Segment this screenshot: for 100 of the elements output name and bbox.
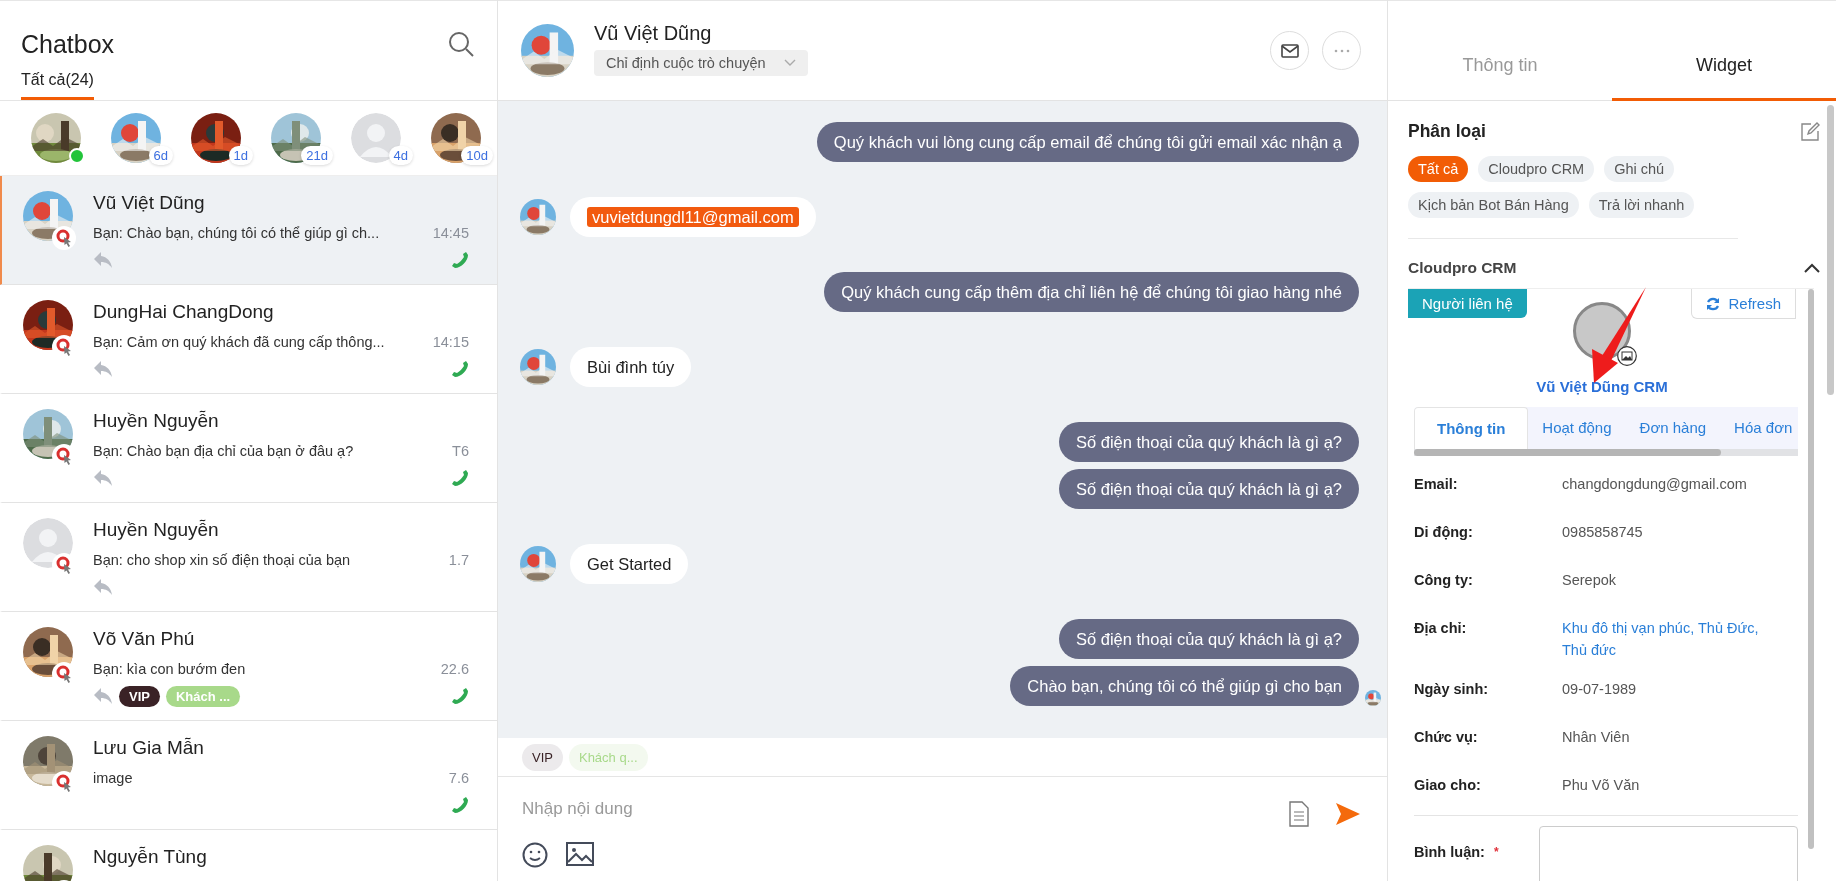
conversation-item[interactable]: Lưu Gia Mẫn image 7.6 xyxy=(0,721,497,830)
scrollbar[interactable] xyxy=(1808,289,1814,849)
message-bubble: Get Started xyxy=(570,544,689,584)
message-bubble: vuvietdungdl11@gmail.com xyxy=(570,197,816,237)
message-preview: Bạn: cho shop xin số điện thoại của bạn xyxy=(93,552,351,568)
reply-icon[interactable] xyxy=(93,578,113,596)
contact-name: Huyền Nguyễn xyxy=(93,409,219,433)
time-badge: 21d xyxy=(301,146,333,165)
message-time: 14:15 xyxy=(432,334,469,350)
conversation-item[interactable]: Võ Văn Phú Bạn: kìa con bướm đen 22.6 VIP Khách ... xyxy=(0,612,497,721)
category-chip[interactable]: Kịch bản Bot Bán Hàng xyxy=(1408,192,1579,218)
refresh-icon xyxy=(1706,296,1721,311)
contact-name: Nguyễn Tùng xyxy=(93,845,207,869)
tag-chip[interactable]: VIP xyxy=(522,743,563,771)
message-preview: Bạn: Cảm ơn quý khách đã cung cấp thông... xyxy=(93,334,385,350)
document-icon[interactable] xyxy=(1289,801,1309,827)
message-bubble: Quý khách vui lòng cung cấp email để chúng tôi gửi email xác nhận ạ xyxy=(816,122,1359,162)
field-value: Phu Võ Văn xyxy=(1562,776,1641,795)
category-chip[interactable]: Trả lời nhanh xyxy=(1588,192,1695,218)
record-tab[interactable]: Hóa đơn xyxy=(1720,407,1798,449)
conversation-item[interactable]: DungHai ChangDong Bạn: Cảm ơn quý khách đã cung cấp thông... 14:15 xyxy=(0,285,497,394)
address-link[interactable]: Khu đô thị vạn phúc, Thủ Đức, Thủ đức xyxy=(1562,617,1777,661)
chevron-down-icon xyxy=(783,58,796,67)
message-preview: Bạn: Chào bạn địa chỉ của bạn ở đâu ạ? xyxy=(93,443,354,459)
field-label: Địa chỉ: xyxy=(1414,619,1468,638)
conversation-item[interactable]: Huyền Nguyễn Bạn: cho shop xin số điện thoại của bạn 1.7 xyxy=(0,503,497,612)
phone-icon[interactable] xyxy=(451,360,469,378)
message-time: T6 xyxy=(452,443,469,459)
reply-icon[interactable] xyxy=(93,687,113,705)
scrollbar[interactable] xyxy=(1414,449,1798,456)
phone-icon[interactable] xyxy=(451,469,469,487)
contact-name: Võ Văn Phú xyxy=(93,627,195,651)
field-value: 0985858745 xyxy=(1562,523,1644,542)
caret-up-icon[interactable] xyxy=(1804,263,1820,273)
time-badge: 1d xyxy=(228,146,253,165)
reply-icon[interactable] xyxy=(93,251,113,269)
time-badge: 4d xyxy=(388,146,413,165)
image-icon[interactable] xyxy=(1617,346,1637,366)
emoji-icon[interactable] xyxy=(522,842,548,868)
time-badge: 10d xyxy=(461,146,493,165)
field-label: Giao cho: xyxy=(1414,776,1482,795)
tag-label: Khách ... xyxy=(165,685,241,707)
avatar-icon xyxy=(23,518,73,568)
scrollbar[interactable] xyxy=(1827,105,1834,395)
section-title: Phân loại xyxy=(1408,121,1486,142)
conversation-item[interactable]: Nguyễn Tùng xyxy=(0,830,497,881)
refresh-button[interactable]: Refresh xyxy=(1691,289,1796,319)
field-label: Ngày sinh: xyxy=(1414,680,1490,699)
contact-name: Huyền Nguyễn xyxy=(93,518,219,542)
phone-icon[interactable] xyxy=(451,796,469,814)
message-time: 7.6 xyxy=(448,770,469,786)
record-name: Vũ Việt Dũng CRM xyxy=(1535,378,1669,395)
field-label: Chức vụ: xyxy=(1414,728,1479,747)
filter-tab[interactable]: Tất cả(24) xyxy=(21,65,94,100)
message-bubble: Số điện thoại của quý khách là gì ạ? xyxy=(1058,469,1359,509)
message-bubble: Bùi đình túy xyxy=(570,347,692,387)
message-bubble: Quý khách cung cấp thêm địa chỉ liên hệ để chúng tôi giao hàng nhé xyxy=(824,272,1359,312)
contact-name: Lưu Gia Mẫn xyxy=(93,736,204,760)
contact-name: Vũ Việt Dũng xyxy=(93,191,205,215)
record-tab[interactable]: Hoạt động xyxy=(1528,407,1626,449)
edit-icon[interactable] xyxy=(1800,121,1820,142)
assign-dropdown[interactable]: Chỉ định cuộc trò chuyện xyxy=(594,49,808,76)
send-icon[interactable] xyxy=(1335,802,1361,826)
ring-cursor-icon xyxy=(52,226,76,250)
message-bubble: Chào bạn, chúng tôi có thể giúp gì cho bạn xyxy=(1010,666,1359,706)
field-value: 09-07-1989 xyxy=(1562,680,1638,699)
image-icon[interactable] xyxy=(566,842,594,866)
conversation-item[interactable]: Huyền Nguyễn Bạn: Chào bạn địa chỉ của bạn ở đâu ạ? T6 xyxy=(0,394,497,503)
message-time: 22.6 xyxy=(440,661,469,677)
message-preview: Bạn: kìa con bướm đen xyxy=(93,661,246,677)
message-preview: image xyxy=(93,770,133,786)
section-title: Cloudpro CRM xyxy=(1408,259,1517,277)
contact-name: Vũ Việt Dũng xyxy=(594,21,712,45)
time-badge: 6d xyxy=(148,146,173,165)
message-time: 14:45 xyxy=(432,225,469,241)
field-label: Email: xyxy=(1414,475,1459,494)
search-icon[interactable] xyxy=(447,30,475,58)
field-value: changdongdung@gmail.com xyxy=(1562,475,1748,494)
more-icon xyxy=(1333,48,1350,53)
reply-icon[interactable] xyxy=(93,469,113,487)
phone-icon[interactable] xyxy=(451,687,469,705)
category-chip[interactable]: Cloudpro CRM xyxy=(1478,156,1595,182)
field-value: Nhân Viên xyxy=(1562,728,1631,747)
message-preview: Bạn: Chào bạn, chúng tôi có thể giúp gì ch... xyxy=(93,225,380,241)
field-label: Bình luận: * xyxy=(1414,843,1500,862)
mail-button[interactable] xyxy=(1270,31,1309,70)
phone-icon[interactable] xyxy=(451,251,469,269)
record-tab[interactable]: Đơn hàng xyxy=(1625,407,1721,449)
field-label: Công ty: xyxy=(1414,571,1474,590)
mail-icon xyxy=(1280,43,1299,58)
reply-icon[interactable] xyxy=(93,360,113,378)
panel-tab[interactable]: Widget xyxy=(1612,55,1836,101)
message-time: 1.7 xyxy=(448,552,469,568)
category-chip[interactable]: Ghi chú xyxy=(1604,156,1675,182)
record-tab[interactable]: Thông tin xyxy=(1414,407,1529,449)
field-value: Serepok xyxy=(1562,571,1617,590)
contact-name: DungHai ChangDong xyxy=(93,300,274,324)
message-bubble: Số điện thoại của quý khách là gì ạ? xyxy=(1058,422,1359,462)
conversation-item[interactable]: Vũ Việt Dũng Bạn: Chào bạn, chúng tôi có thể giúp gì ch... 14:45 xyxy=(0,176,497,285)
field-label: Di động: xyxy=(1414,523,1474,542)
